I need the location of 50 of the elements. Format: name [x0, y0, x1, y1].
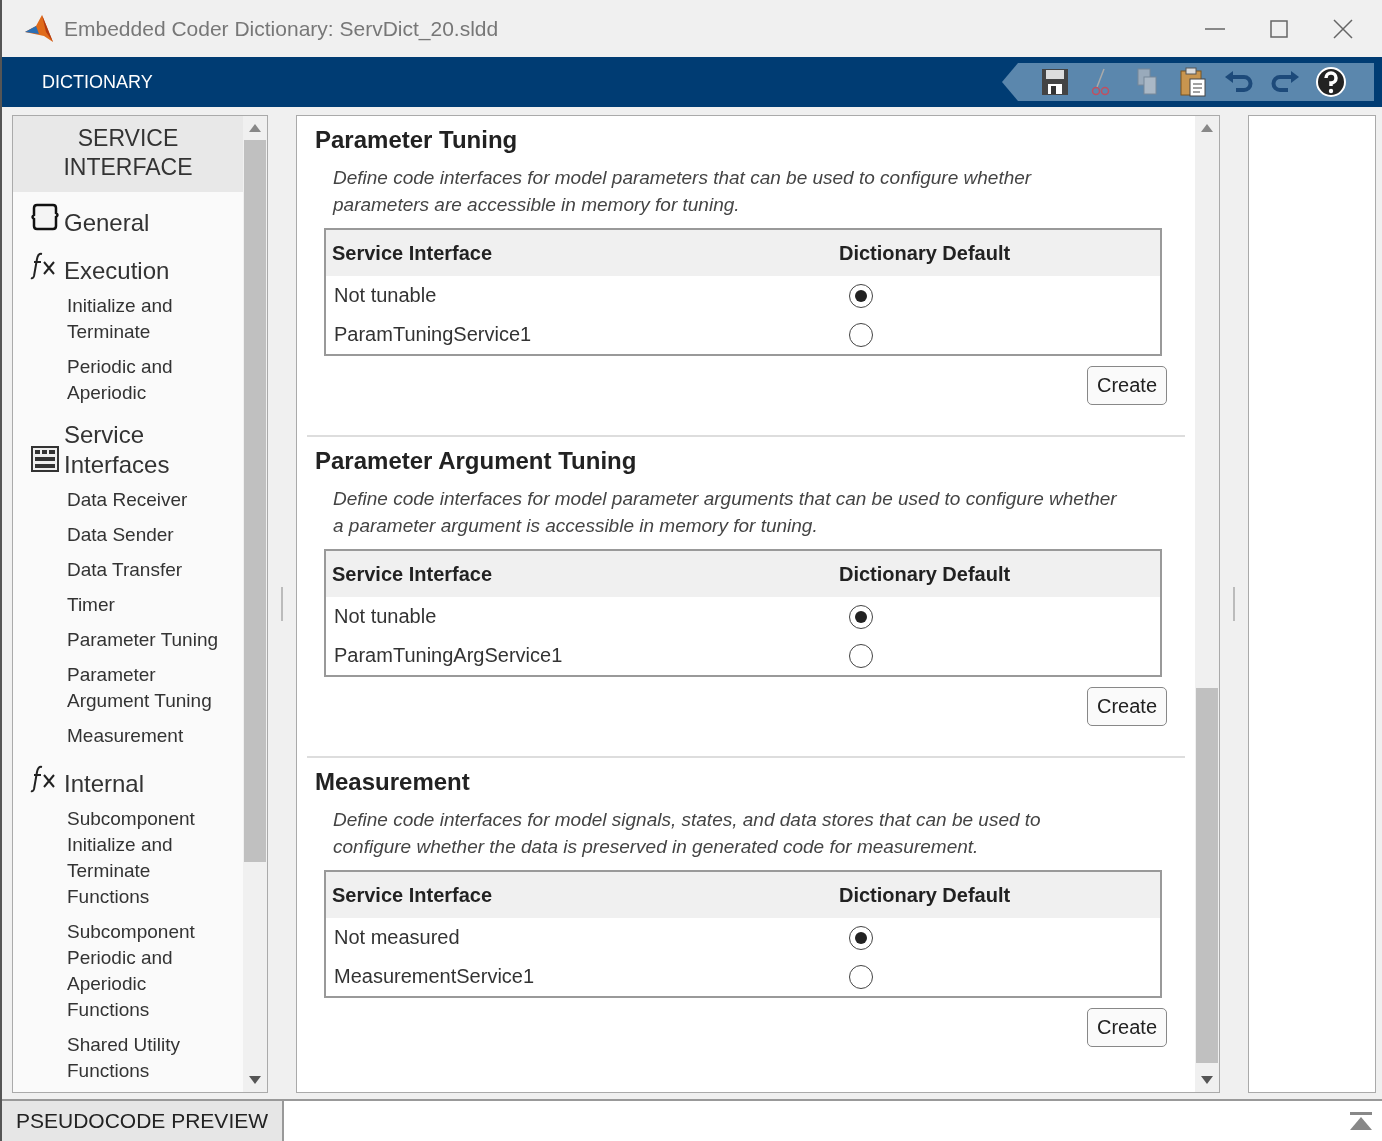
sidebar-item[interactable]: Subcomponent Periodic and Aperiodic Functions [13, 914, 243, 1027]
sidebar-item[interactable]: Subcomponent Initialize and Terminate Functions [13, 801, 243, 914]
table-cell-text: ParamTuningArgService1 [333, 644, 564, 667]
sidebar-group[interactable]: Internal [64, 769, 145, 799]
scroll-up-icon[interactable] [1201, 124, 1213, 132]
section-title: Parameter Tuning [315, 126, 519, 154]
sidebar-item[interactable]: Measurement [13, 718, 243, 753]
sidebar-item[interactable]: Shared Utility Functions [13, 1027, 243, 1088]
scroll-up-icon[interactable] [249, 124, 261, 132]
sidebar-group[interactable]: Service Interfaces [64, 420, 243, 480]
sidebar-group[interactable]: Execution [64, 256, 170, 286]
column-header: Dictionary Default [839, 241, 1011, 265]
column-header: Service Interface [331, 241, 494, 265]
table-cell-text: MeasurementService1 [333, 965, 536, 988]
create-button[interactable]: Create [1086, 687, 1167, 726]
bottom-tab[interactable]: PSEUDOCODE PREVIEW [2, 1101, 285, 1141]
scrollbar[interactable] [243, 116, 267, 1092]
create-button[interactable]: Create [1086, 1008, 1167, 1047]
scroll-down-icon[interactable] [1201, 1076, 1213, 1084]
table-cell-text: Not tunable [333, 284, 438, 307]
section-description: Define code interfaces for model parameter arguments that can be used to configure whether a parameter argument is accessible in memory for tuning. [332, 487, 1118, 538]
scroll-down-icon[interactable] [249, 1076, 261, 1084]
sidebar-item[interactable]: Parameter Tuning [13, 622, 243, 657]
section-title: Parameter Argument Tuning [315, 447, 638, 475]
column-header: Service Interface [331, 562, 494, 586]
column-header: Dictionary Default [839, 562, 1011, 586]
section-description: Define code interfaces for model parameters that can be used to configure whether parameters are accessible in memory for tuning. [331, 166, 1033, 217]
sidebar-item[interactable]: Parameter Argument Tuning [13, 657, 243, 718]
sidebar-item[interactable]: Periodic and Aperiodic [13, 349, 243, 410]
column-header: Service Interface [331, 883, 494, 907]
column-header: Dictionary Default [839, 883, 1011, 907]
braces-icon [30, 202, 60, 232]
section-description: Define code interfaces for model signals, states, and data stores that can be used to configure whether the data is preserved in generated code for measurement. [332, 808, 1042, 859]
sidebar-item[interactable]: Timer [13, 587, 243, 622]
help-icon[interactable] [1314, 65, 1348, 99]
panel-icon [30, 444, 60, 474]
window-title: Embedded Coder Dictionary: ServDict_20.sldd [64, 16, 500, 41]
table-cell-text: ParamTuningService1 [333, 323, 533, 346]
sidebar-group[interactable]: General [64, 208, 150, 238]
create-button[interactable]: Create [1086, 366, 1167, 405]
table-cell-text: Not measured [333, 926, 461, 949]
sidebar-header: SERVICE INTERFACE [13, 116, 243, 192]
scrollbar[interactable] [1195, 116, 1219, 1092]
section-title: Measurement [315, 768, 471, 796]
sidebar-item[interactable]: Data Sender [13, 517, 243, 552]
collapse-icon[interactable] [1348, 1111, 1374, 1131]
sidebar-item[interactable]: Data Receiver [13, 482, 243, 517]
sidebar-item[interactable]: Data Transfer [13, 552, 243, 587]
sidebar-item[interactable]: Initialize and Terminate [13, 288, 243, 349]
table-cell-text: Not tunable [333, 605, 438, 628]
